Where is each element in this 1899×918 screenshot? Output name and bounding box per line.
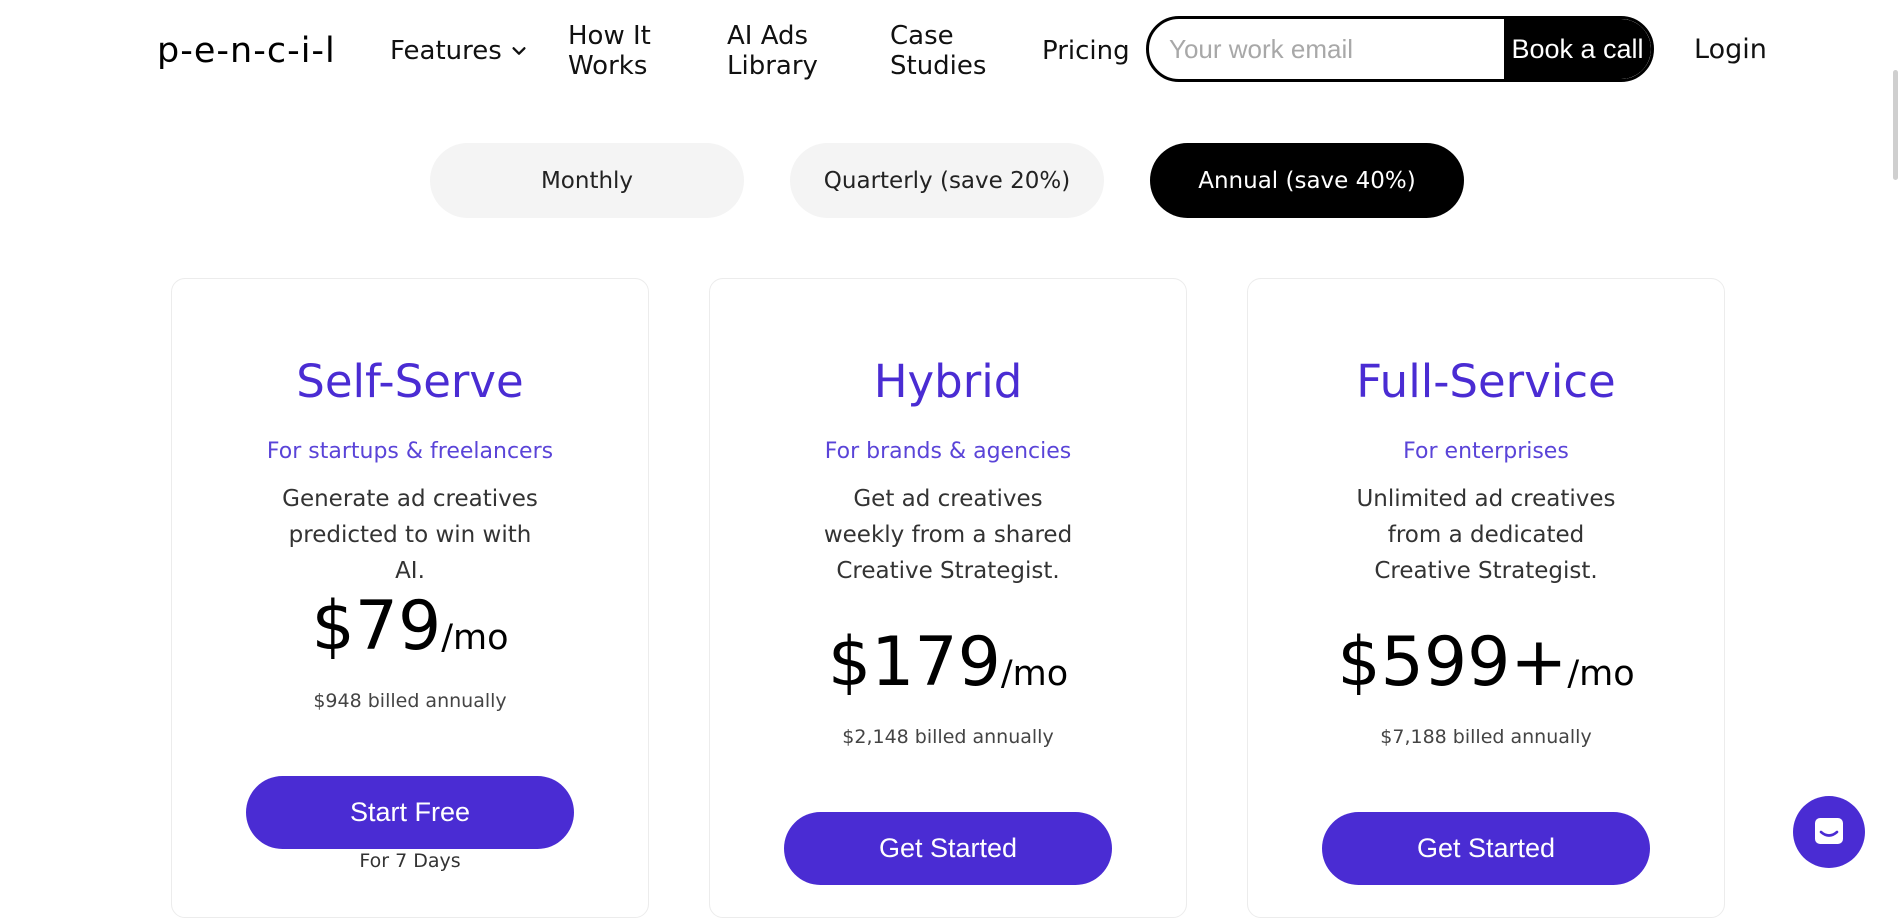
pencil-logo[interactable]: p-e-n-c-i-l: [157, 28, 336, 74]
price-amount: $79: [311, 587, 442, 666]
plan-name: Self-Serve: [296, 355, 524, 408]
billed-annually: $2,148 billed annually: [842, 726, 1054, 748]
chat-launcher-button[interactable]: [1793, 796, 1865, 868]
billing-toggle-monthly[interactable]: Monthly: [430, 143, 744, 218]
plan-card-hybrid: Hybrid For brands & agencies Get ad crea…: [709, 278, 1187, 918]
nav-case-line2: Studies: [890, 51, 987, 81]
nav-features[interactable]: Features: [390, 36, 528, 66]
scrollbar-track[interactable]: [1891, 0, 1899, 892]
billed-annually: $7,188 billed annually: [1380, 726, 1592, 748]
nav-ai-line2: Library: [727, 51, 818, 81]
plan-description: Get ad creatives weekly from a shared Cr…: [823, 486, 1073, 584]
plan-audience: For enterprises: [1403, 439, 1569, 464]
plan-price: $79 /mo: [172, 587, 648, 666]
price-amount: $179: [827, 623, 1001, 702]
plan-card-full-service: Full-Service For enterprises Unlimited a…: [1247, 278, 1725, 918]
work-email-input[interactable]: [1149, 19, 1504, 79]
billed-annually: $948 billed annually: [313, 690, 507, 712]
nav-how-it-works[interactable]: How It Works: [568, 21, 651, 81]
plan-card-self-serve: Self-Serve For startups & freelancers Ge…: [171, 278, 649, 918]
nav-case-studies[interactable]: Case Studies: [890, 21, 986, 81]
trial-note: For 7 Days: [359, 850, 461, 872]
nav-pricing[interactable]: Pricing: [1042, 36, 1130, 66]
chevron-down-icon: [512, 47, 526, 55]
nav-case-line1: Case: [890, 21, 954, 51]
plan-name: Hybrid: [873, 355, 1023, 408]
plan-name: Full-Service: [1356, 355, 1616, 408]
get-started-button-full-service[interactable]: Get Started: [1322, 812, 1650, 885]
nav-features-label: Features: [390, 36, 502, 66]
plan-description: Generate ad creatives predicted to win w…: [282, 486, 538, 584]
price-unit: /mo: [1567, 654, 1635, 694]
billing-toggle-annual[interactable]: Annual (save 40%): [1150, 143, 1464, 218]
email-signup-form: Book a call: [1146, 16, 1654, 82]
scrollbar-thumb[interactable]: [1893, 70, 1898, 180]
book-a-call-button[interactable]: Book a call: [1504, 19, 1651, 79]
plan-audience: For startups & freelancers: [266, 439, 554, 464]
nav-how-line1: How It: [568, 21, 651, 51]
price-unit: /mo: [1000, 654, 1069, 694]
chat-bubble-icon: [1815, 818, 1843, 844]
plan-price: $599+ /mo: [1248, 623, 1724, 702]
nav-how-line2: Works: [568, 51, 648, 81]
price-unit: /mo: [441, 618, 509, 658]
plan-audience: For brands & agencies: [824, 439, 1072, 464]
login-link[interactable]: Login: [1694, 34, 1767, 65]
price-amount: $599+: [1337, 623, 1568, 702]
logo-text: p-e-n-c-i-l: [157, 31, 336, 71]
billing-toggle-quarterly[interactable]: Quarterly (save 20%): [790, 143, 1104, 218]
start-free-button[interactable]: Start Free: [246, 776, 574, 849]
nav-ai-ads-library[interactable]: AI Ads Library: [727, 21, 818, 81]
plan-price: $179 /mo: [710, 623, 1186, 702]
plan-description: Unlimited ad creatives from a dedicated …: [1356, 486, 1616, 584]
get-started-button-hybrid[interactable]: Get Started: [784, 812, 1112, 885]
nav-ai-line1: AI Ads: [727, 21, 809, 51]
